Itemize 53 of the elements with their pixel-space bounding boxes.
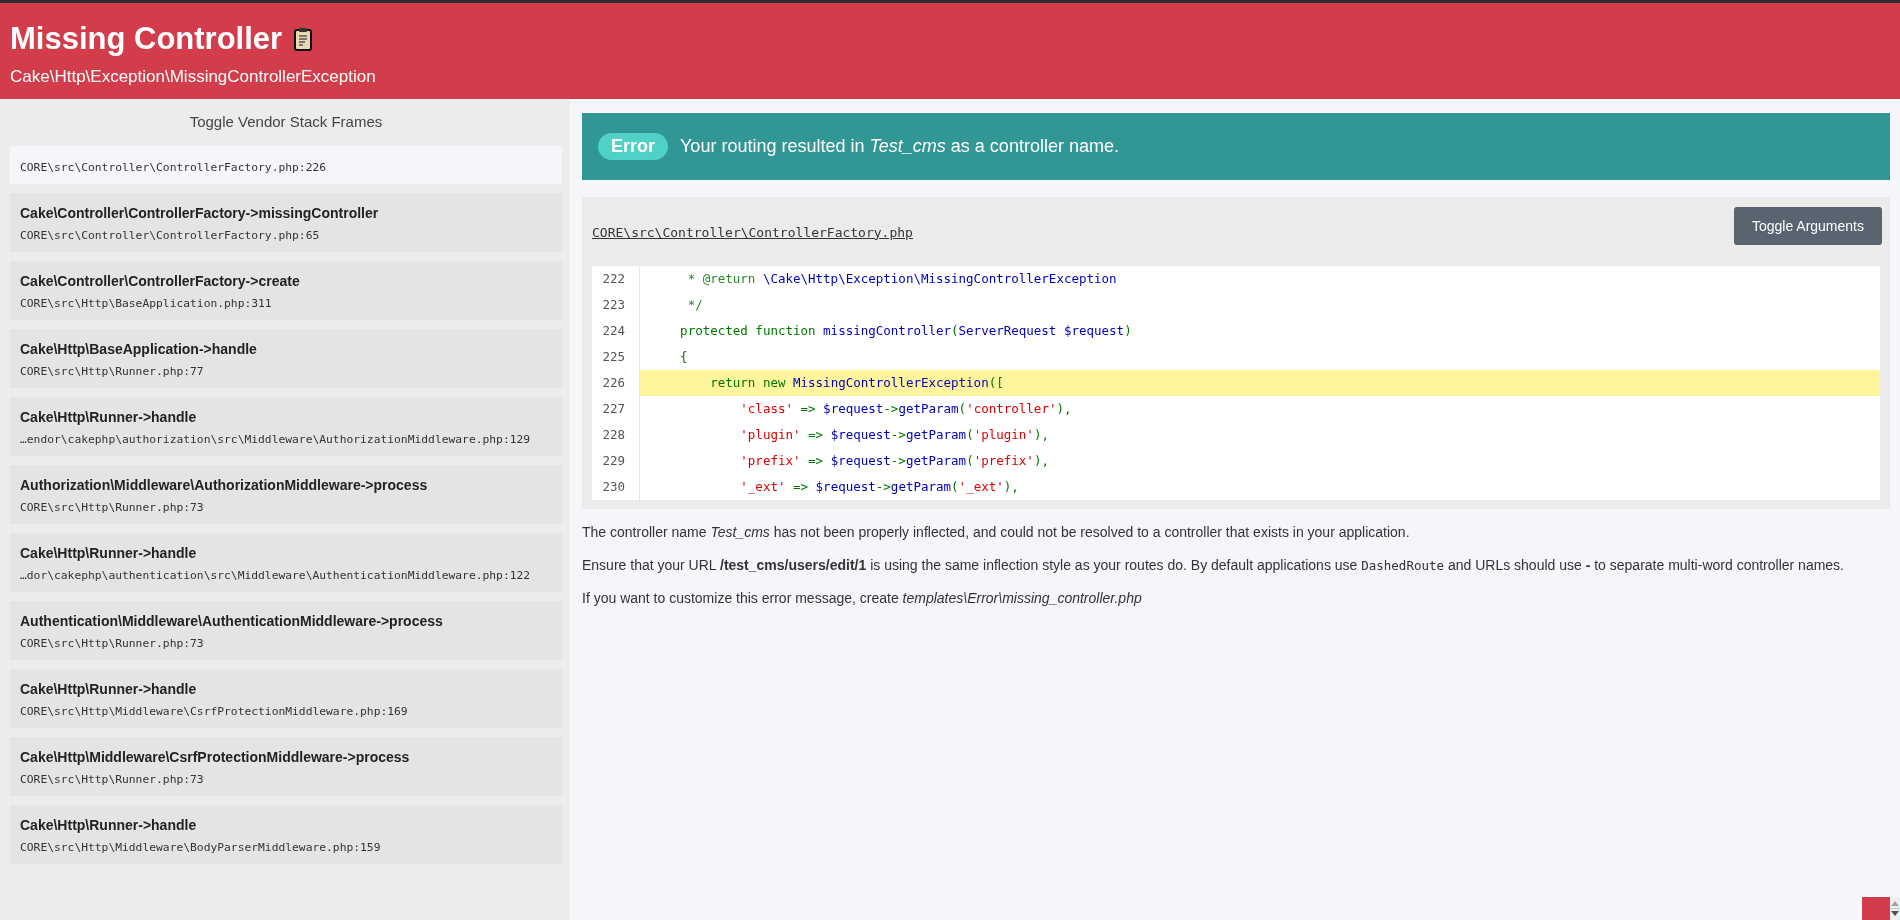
explanation-text: The controller name Test_cms has not been properly inflected, and could not be resolved to a controller that exists in your application. <box>582 524 1411 540</box>
frame-function: Cake\Http\Runner->handle <box>20 545 197 561</box>
scroll-arrows-icon[interactable] <box>1890 897 1900 920</box>
frame-function: Cake\Http\Runner->handle <box>20 817 197 833</box>
frame-file: CORE\src\Http\Runner.php:73 <box>20 501 204 514</box>
error-badge: Error <box>598 133 668 160</box>
code-line: 'class' => $request->getParam('controller'), <box>739 400 1073 418</box>
toggle-arguments-button[interactable]: Toggle Arguments <box>1733 207 1882 245</box>
clipboard-icon[interactable] <box>294 27 313 51</box>
code-line: 'plugin' => $request->getParam('plugin'), <box>739 426 1050 444</box>
code-line: */ <box>686 296 704 314</box>
frame-file: CORE\src\Http\BaseApplication.php:311 <box>20 297 272 310</box>
error-message: Your routing resulted in Test_cms as a controller name. <box>680 136 1119 157</box>
frame-file: …dor\cakephp\authentication\src\Middleware\AuthenticationMiddleware.php:122 <box>20 569 531 582</box>
frame-function: Cake\Http\BaseApplication->handle <box>20 341 257 357</box>
stack-frame[interactable]: Authentication\Middleware\AuthenticationMiddleware->process CORE\src\Http\Runner.php:73 <box>10 601 562 660</box>
toolbar-toggle[interactable] <box>1862 897 1890 920</box>
frame-function: Cake\Controller\ControllerFactory->create <box>20 273 300 289</box>
explanation-text: Ensure that your URL /test_cms/users/edit/1 is using the same inflection style as your routes do. By default applications use DashedRoute and URLs should use - to separate multi-word controller names. <box>582 557 1845 573</box>
code-line: { <box>679 348 689 366</box>
frame-file: CORE\src\Http\Middleware\BodyParserMiddleware.php:159 <box>20 841 381 854</box>
code-line: protected function missingController(ServerRequest $request) <box>679 322 1133 340</box>
frame-function: Cake\Controller\ControllerFactory->missingController <box>20 205 379 221</box>
frame-file: …endor\cakephp\authorization\src\Middleware\AuthorizationMiddleware.php:129 <box>20 433 531 446</box>
frame-file: CORE\src\Controller\ControllerFactory.php:65 <box>20 229 320 242</box>
frame-function: Authentication\Middleware\AuthenticationMiddleware->process <box>20 613 443 629</box>
code-line: 'prefix' => $request->getParam('prefix'), <box>739 452 1050 470</box>
code-line: '_ext' => $request->getParam('_ext'), <box>739 478 1020 496</box>
explanation-text: If you want to customize this error message, create templates\Error\missing_controller.php <box>582 590 1143 606</box>
stack-frame[interactable]: Cake\Controller\ControllerFactory->missingController CORE\src\Controller\ControllerFactory.php:65 <box>10 193 562 252</box>
stack-frame[interactable]: Cake\Http\Runner->handle …dor\cakephp\authentication\src\Middleware\AuthenticationMiddleware.php:122 <box>10 533 562 592</box>
stack-frame[interactable]: Cake\Http\Runner->handle …endor\cakephp\authorization\src\Middleware\AuthorizationMiddleware.php:129 <box>10 397 562 456</box>
file-link[interactable]: CORE\src\Controller\ControllerFactory.php <box>592 212 913 240</box>
frame-file: CORE\src\Http\Runner.php:77 <box>20 365 204 378</box>
exception-class: Cake\Http\Exception\MissingControllerException <box>10 67 376 87</box>
page-title: Missing Controller <box>10 20 283 58</box>
stack-frame[interactable]: CORE\src\Controller\ControllerFactory.php:226 <box>10 146 562 184</box>
frame-file: CORE\src\Http\Runner.php:73 <box>20 637 204 650</box>
stack-frame[interactable]: Cake\Http\BaseApplication->handle CORE\src\Http\Runner.php:77 <box>10 329 562 388</box>
stack-frame[interactable]: Cake\Http\Runner->handle CORE\src\Http\Middleware\BodyParserMiddleware.php:159 <box>10 805 562 864</box>
frame-function: Cake\Http\Middleware\CsrfProtectionMiddleware->process <box>20 749 410 765</box>
toggle-vendor-button[interactable]: Toggle Vendor Stack Frames <box>185 111 387 132</box>
frame-function: Cake\Http\Runner->handle <box>20 409 197 425</box>
frame-function: Cake\Http\Runner->handle <box>20 681 197 697</box>
stack-frame[interactable]: Cake\Http\Middleware\CsrfProtectionMiddleware->process CORE\src\Http\Runner.php:73 <box>10 737 562 796</box>
stack-frame[interactable]: Authorization\Middleware\AuthorizationMiddleware->process CORE\src\Http\Runner.php:73 <box>10 465 562 524</box>
frame-file: CORE\src\Http\Runner.php:73 <box>20 773 204 786</box>
code-line: * @return \Cake\Http\Exception\MissingControllerException <box>686 270 1118 288</box>
stack-frame[interactable]: Cake\Http\Runner->handle CORE\src\Http\Middleware\CsrfProtectionMiddleware.php:169 <box>10 669 562 728</box>
stack-frame[interactable]: Cake\Controller\ControllerFactory->create CORE\src\Http\BaseApplication.php:311 <box>10 261 562 320</box>
frame-function: Authorization\Middleware\AuthorizationMiddleware->process <box>20 477 428 493</box>
frame-file: CORE\src\Controller\ControllerFactory.php:226 <box>20 161 327 174</box>
frame-file: CORE\src\Http\Middleware\CsrfProtectionMiddleware.php:169 <box>20 705 408 718</box>
